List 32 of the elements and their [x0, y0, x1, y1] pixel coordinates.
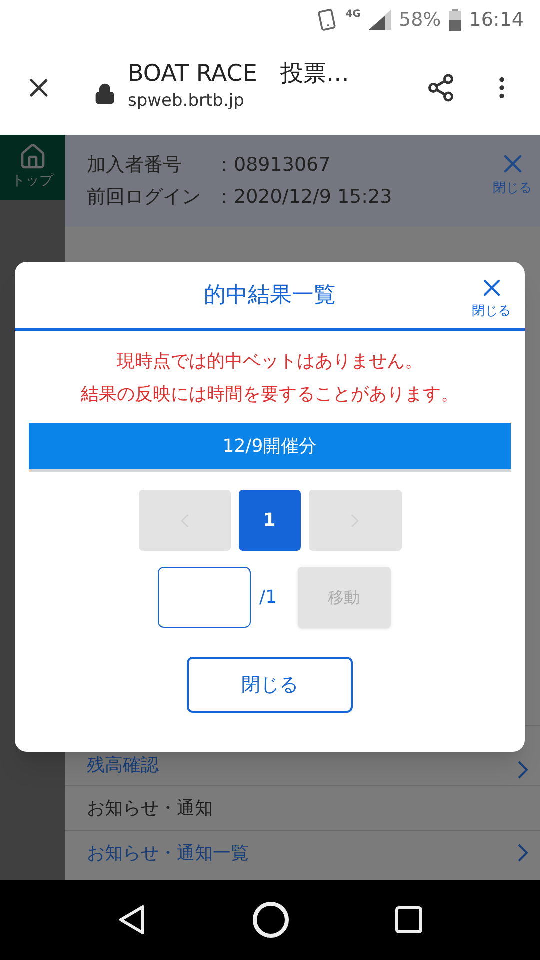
back-icon[interactable] — [116, 904, 147, 936]
clock: 16:14 — [469, 8, 524, 33]
menu-link[interactable]: お知らせ・通知一覧 — [65, 830, 540, 875]
home-icon — [18, 143, 46, 171]
page-number-button[interactable]: 1 — [238, 490, 300, 551]
battery-percent: 58% — [399, 8, 442, 33]
network-type: 4G — [346, 8, 361, 22]
dialog-close-button[interactable]: 閉じる — [472, 274, 511, 322]
info-label: 前回ログイン — [87, 185, 202, 210]
page-input-field[interactable] — [158, 567, 250, 628]
close-dialog-button[interactable]: 閉じる — [187, 657, 353, 713]
notice-text: 現時点では的中ベットはありません。 — [117, 350, 423, 374]
page-url: spweb.brtb.jp — [128, 90, 246, 114]
close-button[interactable]: 閉じる — [493, 149, 532, 198]
info-label: 加入者番号 — [87, 153, 183, 178]
signal-icon — [369, 10, 391, 30]
battery-icon — [449, 9, 462, 31]
section-heading: お知らせ・通知 — [65, 785, 540, 830]
dialog-title: 的中結果一覧 — [204, 282, 336, 310]
page-total: /1 — [260, 586, 278, 610]
date-header: 12/9開催分 — [29, 423, 511, 472]
notice-text: 結果の反映には時間を要することがあります。 — [81, 383, 459, 407]
lock-icon — [94, 82, 116, 104]
home-icon[interactable] — [252, 901, 290, 939]
info-value: ：2020/12/9 15:23 — [215, 185, 392, 210]
share-icon[interactable] — [426, 72, 456, 102]
chevron-right-icon — [518, 761, 528, 779]
chevron-right-icon — [518, 844, 528, 862]
info-value: ：08913067 — [215, 153, 331, 178]
top-button[interactable]: トップ — [0, 135, 65, 200]
page-title: BOAT RACE 投票… — [128, 60, 350, 90]
recent-apps-icon[interactable] — [395, 906, 424, 934]
